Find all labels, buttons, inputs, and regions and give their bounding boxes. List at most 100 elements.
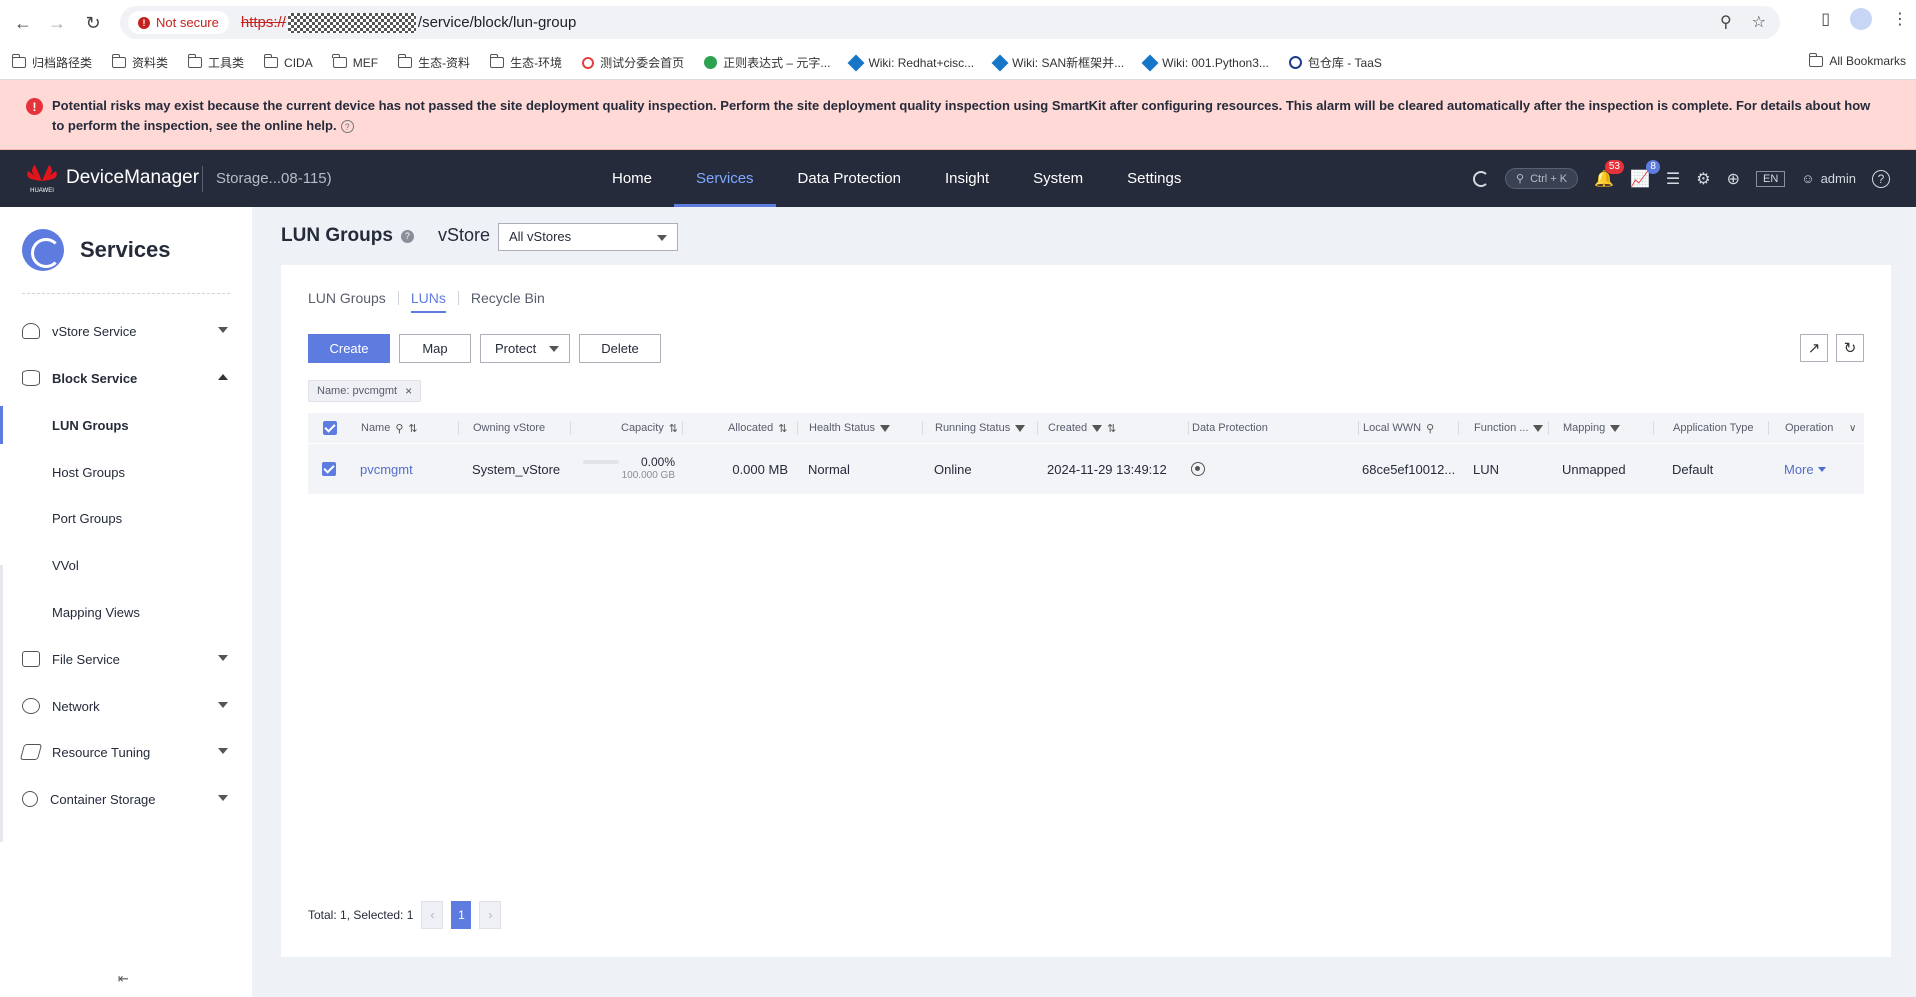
close-icon[interactable]: × <box>405 384 412 398</box>
alarm-bell-icon[interactable]: 🔔 53 <box>1594 159 1624 189</box>
database-icon <box>22 370 40 386</box>
page-number-button[interactable]: 1 <box>451 901 472 929</box>
select-all-checkbox[interactable] <box>322 413 337 443</box>
bookmark-item[interactable]: Wiki: 001.Python3... <box>1141 54 1269 71</box>
star-icon[interactable]: ☆ <box>1752 12 1766 32</box>
sidebar-sub-port-groups[interactable]: Port Groups <box>0 499 252 537</box>
tab-lun-groups[interactable]: LUN Groups <box>308 290 398 306</box>
add-icon[interactable]: ⊕ <box>1727 169 1740 189</box>
sidebar-title: Services <box>80 237 171 262</box>
help-icon[interactable]: ? <box>340 120 354 134</box>
sidebar-item-file-service[interactable]: File Service <box>0 639 252 679</box>
help-icon[interactable]: ? <box>400 229 414 243</box>
row-checkbox[interactable] <box>322 444 336 494</box>
lun-name-link[interactable]: pvcmgmt <box>360 444 413 494</box>
bookmark-item[interactable]: 资料类 <box>111 54 168 71</box>
col-divider <box>1768 421 1769 435</box>
tab-recycle-bin[interactable]: Recycle Bin <box>459 290 557 306</box>
bookmark-item[interactable]: 生态-环境 <box>489 54 563 71</box>
search-icon[interactable]: ⚲ <box>1426 422 1434 435</box>
nav-home[interactable]: Home <box>590 150 674 207</box>
protection-icon[interactable] <box>1191 462 1205 476</box>
back-icon[interactable]: ← <box>6 6 40 40</box>
sort-icon[interactable]: ⇅ <box>669 422 678 435</box>
refresh-icon[interactable]: ↻ <box>1836 334 1864 362</box>
menu-icon[interactable]: ⋮ <box>1892 9 1908 29</box>
wiki-icon <box>991 54 1009 71</box>
column-settings-icon[interactable]: ∨ <box>1848 413 1856 443</box>
bookmark-item[interactable]: Wiki: Redhat+cisc... <box>847 54 974 71</box>
nav-settings[interactable]: Settings <box>1105 150 1203 207</box>
sidebar-item-network[interactable]: Network <box>0 686 252 726</box>
device-name[interactable]: Storage...08-115) <box>216 170 332 187</box>
bookmark-item[interactable]: MEF <box>332 54 378 70</box>
task-chart-icon[interactable]: 📈 8 <box>1630 159 1660 189</box>
help-icon[interactable]: ? <box>1872 169 1890 188</box>
bookmark-item[interactable]: 归档路径类 <box>11 54 92 71</box>
table-row[interactable]: pvcmgmt System_vStore 0.00% 100.000 GB 0… <box>308 443 1864 494</box>
sidebar-item-resource-tuning[interactable]: Resource Tuning <box>0 732 252 772</box>
bookmarks-bar: 归档路径类 资料类 工具类 CIDA MEF 生态-资料 生态-环境 测试分委会… <box>0 46 1916 80</box>
filter-icon[interactable] <box>880 424 891 432</box>
list-icon[interactable]: ☰ <box>1666 169 1680 189</box>
create-button[interactable]: Create <box>308 334 390 363</box>
sidebar-sub-lun-groups[interactable]: LUN Groups <box>0 406 252 444</box>
map-button[interactable]: Map <box>399 334 471 363</box>
filter-icon[interactable] <box>1610 424 1621 432</box>
zoom-icon[interactable]: ⚲ <box>1720 12 1732 32</box>
global-search[interactable]: ⚲ Ctrl + K <box>1505 168 1579 189</box>
profile-icon[interactable] <box>1850 8 1872 30</box>
prev-page-button[interactable]: ‹ <box>421 901 444 929</box>
next-page-button[interactable]: › <box>479 901 502 929</box>
address-bar[interactable]: ! Not secure https:// /service/block/lun… <box>120 6 1780 39</box>
not-secure-chip[interactable]: ! Not secure <box>128 11 229 34</box>
bookmark-item[interactable]: 生态-资料 <box>397 54 470 71</box>
nav-services[interactable]: Services <box>674 150 776 207</box>
url-text[interactable]: https:// /service/block/lun-group <box>241 12 576 33</box>
bookmark-item[interactable]: 工具类 <box>187 54 244 71</box>
sidebar-item-container-storage[interactable]: Container Storage <box>0 779 252 819</box>
nav-insight[interactable]: Insight <box>923 150 1011 207</box>
search-icon: ⚲ <box>1516 173 1525 185</box>
bookmark-item[interactable]: 包仓库 - TaaS <box>1288 54 1382 71</box>
chevron-down-icon <box>657 235 667 241</box>
more-operations-button[interactable]: More <box>1784 444 1826 494</box>
bookmark-item[interactable]: CIDA <box>263 54 313 70</box>
sidebar: Services vStore Service Block Service LU… <box>0 207 252 997</box>
user-menu[interactable]: ☺ admin <box>1801 171 1856 186</box>
nav-system[interactable]: System <box>1011 150 1105 207</box>
header-divider <box>202 166 203 192</box>
gear-icon[interactable]: ⚙ <box>1696 169 1710 189</box>
sidebar-item-vstore-service[interactable]: vStore Service <box>0 311 252 351</box>
vstore-select[interactable]: All vStores <box>498 223 678 251</box>
theme-icon[interactable] <box>1473 170 1490 187</box>
forward-icon[interactable]: → <box>40 6 74 40</box>
sidebar-sub-host-groups[interactable]: Host Groups <box>0 453 252 491</box>
bookmark-label: 生态-环境 <box>510 56 563 70</box>
tab-luns[interactable]: LUNs <box>399 290 458 313</box>
chevron-down-icon <box>218 702 228 708</box>
reload-icon[interactable]: ↻ <box>76 6 110 40</box>
filter-icon[interactable] <box>1015 424 1026 432</box>
bookmark-item[interactable]: Wiki: SAN新框架并... <box>991 54 1124 71</box>
export-icon[interactable]: ↗ <box>1800 334 1828 362</box>
sort-icon[interactable]: ⇅ <box>778 422 787 435</box>
sidebar-sub-mapping-views[interactable]: Mapping Views <box>0 593 252 631</box>
filter-icon[interactable] <box>1533 424 1544 432</box>
bookmark-item[interactable]: 正则表达式 – 元字... <box>704 54 830 71</box>
sidebar-sub-vvol[interactable]: VVol <box>0 546 252 584</box>
site-icon <box>704 56 718 69</box>
language-switch[interactable]: EN <box>1756 170 1786 187</box>
search-icon[interactable]: ⚲ <box>395 422 403 435</box>
sort-icon[interactable]: ⇅ <box>1107 422 1116 435</box>
delete-button[interactable]: Delete <box>579 334 661 363</box>
bookmark-item[interactable]: 测试分委会首页 <box>582 54 684 71</box>
sidebar-item-block-service[interactable]: Block Service <box>0 358 252 398</box>
nav-data-protection[interactable]: Data Protection <box>776 150 923 207</box>
collapse-sidebar-icon[interactable]: ⇤ <box>118 971 129 987</box>
sort-icon[interactable]: ⇅ <box>408 422 417 435</box>
extensions-icon[interactable]: ▯ <box>1821 9 1830 29</box>
filter-icon[interactable] <box>1092 424 1103 432</box>
protect-dropdown-button[interactable]: Protect <box>480 334 570 363</box>
all-bookmarks[interactable]: All Bookmarks <box>1808 52 1906 68</box>
